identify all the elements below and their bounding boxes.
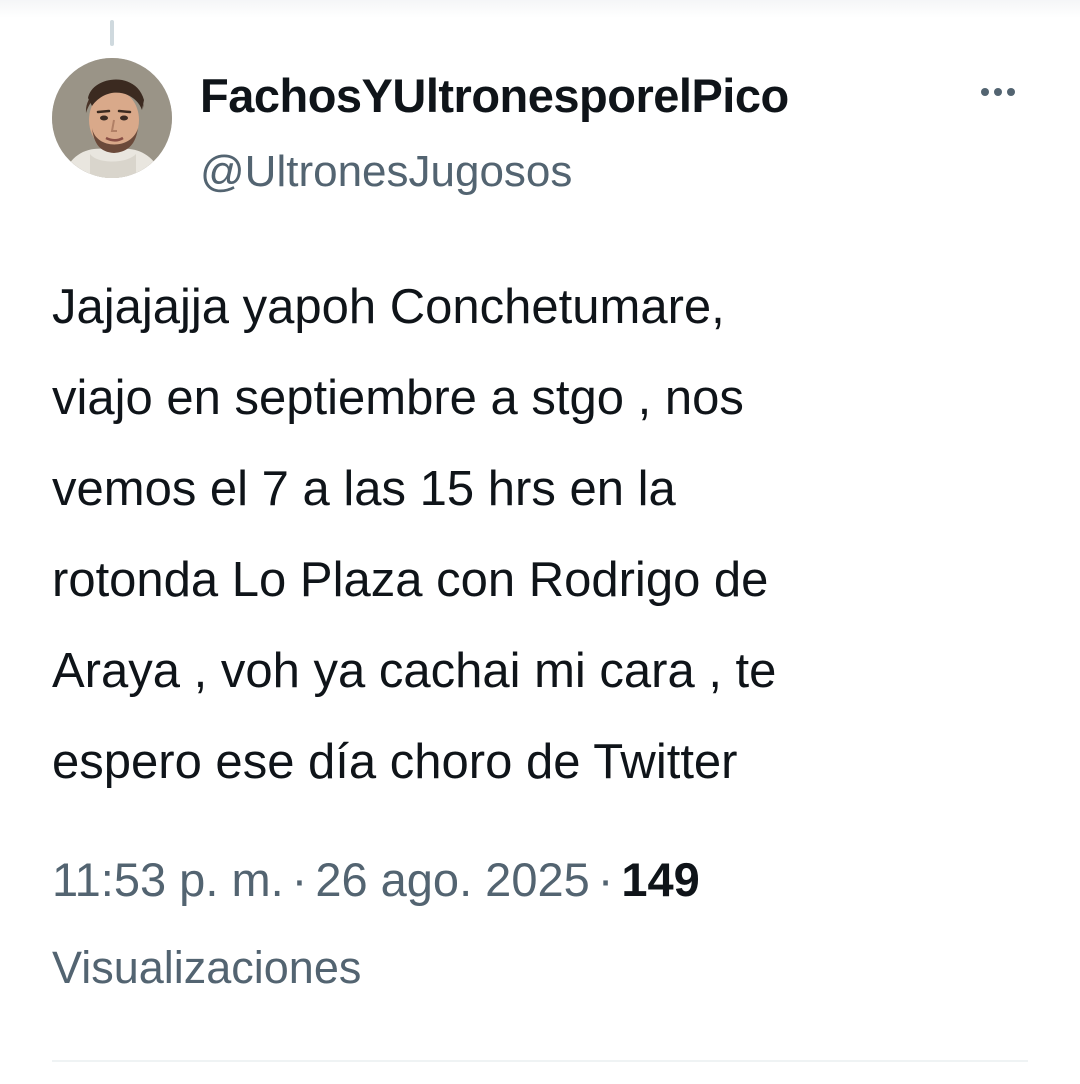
top-fade bbox=[0, 0, 1080, 18]
user-avatar-icon bbox=[52, 58, 172, 178]
more-options-icon-dot bbox=[1007, 88, 1015, 96]
author-display-name[interactable]: FachosYUltronesporelPico bbox=[200, 66, 789, 126]
more-options-icon bbox=[981, 88, 989, 96]
views-count[interactable]: 149 bbox=[621, 853, 699, 906]
tweet-time[interactable]: 11:53 p. m. bbox=[52, 853, 284, 906]
more-options-icon-dot bbox=[994, 88, 1002, 96]
tweet-text: Jajajajja yapoh Conchetumare, viajo en s… bbox=[52, 280, 777, 789]
thread-connector-line bbox=[110, 20, 114, 46]
author-handle[interactable]: @UltronesJugosos bbox=[200, 142, 572, 202]
avatar[interactable] bbox=[52, 58, 172, 178]
tweet-date[interactable]: 26 ago. 2025 bbox=[315, 853, 589, 906]
divider bbox=[52, 1060, 1028, 1062]
more-options-button[interactable] bbox=[968, 70, 1028, 114]
meta-separator: · bbox=[597, 853, 614, 906]
meta-separator: · bbox=[291, 853, 308, 906]
tweet-meta: 11:53 p. m. · 26 ago. 2025 · 149 bbox=[52, 850, 700, 910]
views-label[interactable]: Visualizaciones bbox=[52, 938, 361, 998]
